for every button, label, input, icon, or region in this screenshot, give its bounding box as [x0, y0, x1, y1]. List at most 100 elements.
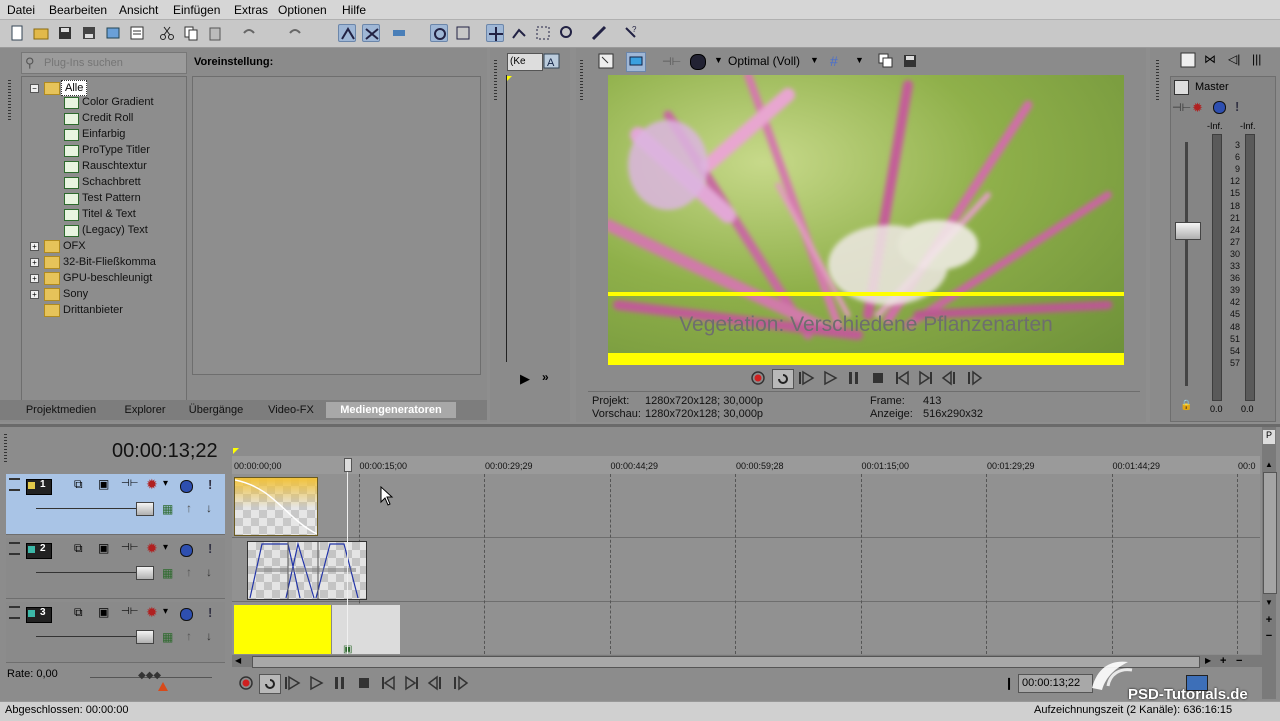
- normal-edit-tool-icon[interactable]: [486, 24, 504, 42]
- tree-item-test-pattern[interactable]: Test Pattern: [82, 192, 141, 204]
- envelope-tool-icon[interactable]: [510, 24, 528, 42]
- scroll-up-icon[interactable]: ▲: [1263, 460, 1275, 470]
- chevron-down-icon[interactable]: ▾: [163, 542, 168, 553]
- cursor-position-field[interactable]: 00:00:13;22: [1018, 674, 1093, 693]
- track-collapse-icon[interactable]: [9, 478, 20, 491]
- menu-datei[interactable]: Datei: [7, 3, 35, 17]
- properties-icon[interactable]: [598, 53, 614, 69]
- play-icon[interactable]: [306, 674, 326, 692]
- solo-icon[interactable]: !: [208, 477, 212, 492]
- chevron-down-icon[interactable]: ▼: [855, 55, 864, 65]
- tab-mediengeneratoren[interactable]: Mediengeneratoren: [326, 402, 456, 418]
- solo-icon[interactable]: !: [208, 541, 212, 556]
- menu-extras[interactable]: Extras: [234, 3, 268, 17]
- text-icon[interactable]: A: [543, 53, 561, 70]
- master-fx-icon[interactable]: [1174, 80, 1189, 95]
- solo-icon[interactable]: !: [208, 605, 212, 620]
- expand-icon[interactable]: +: [30, 290, 39, 299]
- new-file-icon[interactable]: [8, 24, 26, 42]
- tab-video-fx[interactable]: Video-FX: [262, 402, 320, 418]
- clip-text-event[interactable]: [247, 541, 367, 600]
- previous-frame-icon[interactable]: [426, 674, 446, 692]
- trimmer-dropdown[interactable]: (Ke: [507, 53, 543, 71]
- lock-envelopes-icon[interactable]: [430, 24, 448, 42]
- tab-projektmedien[interactable]: Projektmedien: [22, 402, 100, 418]
- split-view-icon[interactable]: ⊣⊢: [662, 55, 681, 68]
- go-to-start-icon[interactable]: [378, 674, 398, 692]
- monitor-icon[interactable]: [1186, 675, 1208, 691]
- copy-snapshot-icon[interactable]: [878, 53, 894, 69]
- h-zoom-out-icon[interactable]: −: [1236, 655, 1242, 667]
- track-list-icon[interactable]: P: [1263, 430, 1275, 444]
- tab-uebergaenge[interactable]: Übergänge: [184, 402, 248, 418]
- scroll-right-icon[interactable]: ▶: [1205, 656, 1211, 665]
- tree-folder-gpu[interactable]: GPU-beschleunigt: [63, 272, 152, 284]
- composite-mode-icon[interactable]: ⧉: [74, 541, 83, 556]
- level-slider-track[interactable]: [36, 508, 136, 509]
- level-slider-knob[interactable]: [136, 630, 154, 644]
- parent-motion-icon[interactable]: ▣: [98, 477, 109, 491]
- lock-icon[interactable]: 🔒: [1180, 400, 1192, 411]
- tree-item-legacy-text[interactable]: (Legacy) Text: [82, 224, 148, 236]
- mute-icon[interactable]: [1213, 101, 1226, 114]
- track-motion-icon[interactable]: ⊣⊢: [121, 606, 138, 617]
- h-zoom-in-icon[interactable]: +: [1220, 655, 1226, 667]
- tree-folder-ofx[interactable]: OFX: [63, 240, 86, 252]
- overlay-grid-icon[interactable]: #: [830, 53, 838, 69]
- move-up-icon[interactable]: ↑: [186, 501, 192, 515]
- zoom-tool-icon[interactable]: [558, 24, 576, 42]
- preview-quality-icon[interactable]: [690, 54, 706, 70]
- tree-folder-sony[interactable]: Sony: [63, 288, 88, 300]
- expand-icon[interactable]: +: [30, 242, 39, 251]
- tree-item-protype-titler[interactable]: ProType Titler: [82, 144, 150, 156]
- tab-explorer[interactable]: Explorer: [118, 402, 172, 418]
- composite-mode-icon[interactable]: ⧉: [74, 605, 83, 620]
- clip-solid-event[interactable]: [331, 605, 400, 654]
- play-from-start-icon[interactable]: [282, 674, 302, 692]
- collapse-icon[interactable]: −: [30, 84, 39, 93]
- mute-icon[interactable]: [180, 608, 193, 621]
- track-collapse-icon[interactable]: [9, 606, 20, 619]
- next-frame-icon[interactable]: [450, 674, 470, 692]
- tree-item-rauschtextur[interactable]: Rauschtextur: [82, 160, 147, 172]
- track-fx-icon[interactable]: ✹: [146, 476, 158, 493]
- more-icon[interactable]: »: [542, 370, 549, 384]
- mixer-options-icon[interactable]: |||: [1252, 52, 1261, 66]
- previous-frame-icon[interactable]: [940, 369, 960, 387]
- tree-item-einfarbig[interactable]: Einfarbig: [82, 128, 125, 140]
- downmix-icon[interactable]: ⋈: [1204, 52, 1216, 66]
- move-up-icon[interactable]: ↑: [186, 565, 192, 579]
- paste-icon[interactable]: [206, 24, 224, 42]
- playhead-handle[interactable]: [344, 458, 352, 472]
- level-slider-track[interactable]: [36, 572, 136, 573]
- loop-icon[interactable]: [772, 369, 794, 389]
- edit-tool-icon[interactable]: [590, 24, 608, 42]
- preview-quality-select[interactable]: Optimal (Voll): [728, 54, 800, 68]
- mute-icon[interactable]: [180, 544, 193, 557]
- move-up-icon[interactable]: ↑: [186, 629, 192, 643]
- save-as-icon[interactable]: [80, 24, 98, 42]
- parent-motion-icon[interactable]: ▣: [98, 541, 109, 555]
- ignore-grouping-icon[interactable]: [454, 24, 472, 42]
- move-down-icon[interactable]: ↓: [206, 629, 212, 643]
- level-slider-track[interactable]: [36, 636, 136, 637]
- go-to-end-icon[interactable]: [916, 369, 936, 387]
- menu-hilfe[interactable]: Hilfe: [342, 3, 366, 17]
- level-slider-knob[interactable]: [136, 502, 154, 516]
- pause-icon[interactable]: [330, 674, 350, 692]
- bus-routing-icon[interactable]: ⊣⊢: [1172, 101, 1191, 114]
- chevron-down-icon[interactable]: ▾: [163, 606, 168, 617]
- mixer-properties-icon[interactable]: [1180, 52, 1196, 68]
- zoom-in-icon[interactable]: +: [1263, 614, 1275, 626]
- tree-item-color-gradient[interactable]: Color Gradient: [82, 96, 154, 108]
- move-down-icon[interactable]: ↓: [206, 501, 212, 515]
- stop-icon[interactable]: [868, 369, 888, 387]
- dim-output-icon[interactable]: ◁|: [1228, 52, 1240, 66]
- preset-list[interactable]: [192, 76, 481, 375]
- chevron-down-icon[interactable]: ▾: [163, 478, 168, 489]
- record-icon[interactable]: [748, 369, 768, 387]
- scroll-down-icon[interactable]: ▼: [1263, 598, 1275, 608]
- clip-yellow-event[interactable]: [234, 605, 331, 654]
- horizontal-scroll-thumb[interactable]: [252, 656, 1200, 668]
- undo-icon[interactable]: [240, 24, 258, 42]
